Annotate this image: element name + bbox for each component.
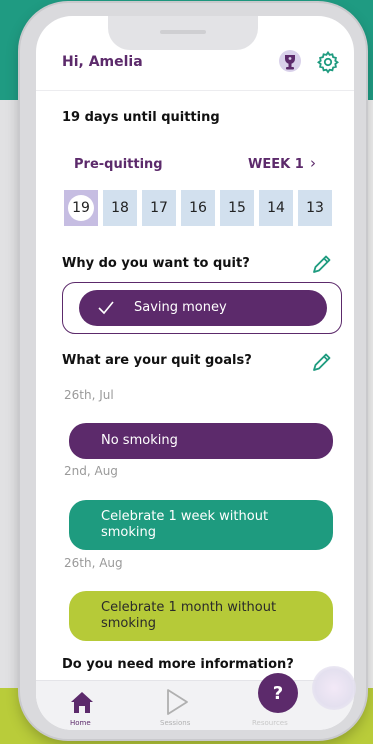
goal-text: Celebrate 1 month without smoking [101, 600, 277, 631]
edit-reason-pencil-icon[interactable] [310, 252, 334, 276]
nav-resources-label[interactable]: Resources [252, 719, 288, 727]
day-cell-13[interactable]: 13 [298, 190, 332, 226]
reason-text: Saving money [134, 300, 227, 315]
check-icon [98, 301, 114, 315]
day-cell-16[interactable]: 16 [181, 190, 215, 226]
app-screen: Hi, Amelia 19 days until quitting Pre-qu… [36, 16, 354, 730]
chevron-right-icon[interactable]: › [310, 154, 316, 172]
settings-gear-icon[interactable] [316, 50, 340, 74]
phone-notch [108, 16, 258, 50]
day-cell-18[interactable]: 18 [103, 190, 137, 226]
week-label[interactable]: WEEK 1 [248, 157, 304, 172]
greeting-text: Hi, Amelia [62, 54, 143, 70]
trophy-icon[interactable] [278, 50, 302, 74]
days-until-quitting: 19 days until quitting [62, 110, 220, 125]
reason-box: Saving money [62, 282, 342, 334]
goal-text: Celebrate 1 week without smoking [101, 509, 269, 540]
day-cell-15[interactable]: 15 [220, 190, 254, 226]
more-info-heading: Do you need more information? [62, 657, 294, 672]
goal-date: 26th, Jul [64, 388, 114, 402]
phase-label: Pre-quitting [74, 157, 163, 172]
bottom-nav: Home Sessions Resources [36, 680, 354, 730]
nav-sessions-label[interactable]: Sessions [160, 719, 190, 727]
goal-pill-no-smoking[interactable]: No smoking [69, 423, 333, 459]
speaker-bar [160, 30, 206, 34]
home-icon[interactable] [68, 689, 96, 717]
day-number: 19 [68, 195, 94, 221]
goal-pill-one-month[interactable]: Celebrate 1 month without smoking [69, 591, 333, 641]
day-cell-17[interactable]: 17 [142, 190, 176, 226]
goal-date: 2nd, Aug [64, 464, 118, 478]
day-cell-14[interactable]: 14 [259, 190, 293, 226]
nav-home-label[interactable]: Home [70, 719, 91, 727]
why-heading: Why do you want to quit? [62, 256, 250, 271]
goal-date: 26th, Aug [64, 556, 123, 570]
goal-text: No smoking [101, 433, 178, 448]
reason-pill[interactable]: Saving money [79, 290, 327, 326]
play-icon[interactable] [164, 687, 190, 717]
goals-heading: What are your quit goals? [62, 353, 252, 368]
edit-goals-pencil-icon[interactable] [310, 350, 334, 374]
sparkle-decoration [312, 666, 356, 710]
goal-pill-one-week[interactable]: Celebrate 1 week without smoking [69, 500, 333, 550]
help-button[interactable]: ? [258, 673, 298, 713]
day-cell-19[interactable]: 19 [64, 190, 98, 226]
